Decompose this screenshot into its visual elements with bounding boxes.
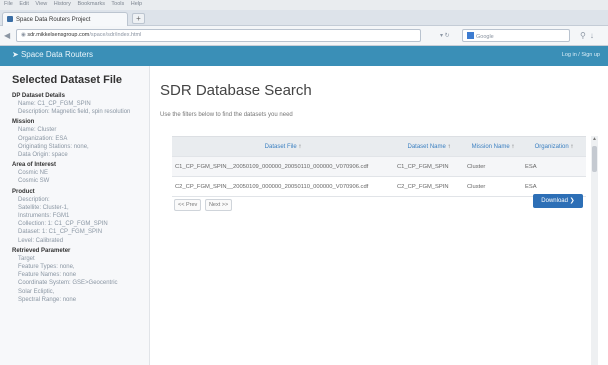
next-page-button[interactable]: Next >> [204, 199, 233, 211]
new-tab-button[interactable]: + [132, 13, 145, 24]
sidebar-section-heading: Retrieved Parameter [12, 247, 71, 254]
search-engine-label: Google [476, 34, 494, 40]
column-header-organization[interactable]: Organization ↑ [522, 136, 586, 157]
menu-view[interactable]: View [35, 1, 47, 7]
scrollbar-thumb[interactable] [592, 146, 597, 172]
down-arrow-icon[interactable]: ↓ [590, 31, 598, 40]
sidebar-detail-item: Solar Ecliptic, [18, 288, 55, 295]
sidebar-title: Selected Dataset File [12, 74, 123, 86]
sidebar: Selected Dataset File DP Dataset Details… [0, 66, 150, 365]
sidebar-detail-item: Collection: 1: C1_CP_FGM_SPIN [18, 221, 108, 228]
sidebar-section-heading: Product [12, 188, 35, 195]
sidebar-sections: DP Dataset Details Name: C1_CP_FGM_SPIN De… [12, 92, 137, 304]
menu-tools[interactable]: Tools [111, 1, 124, 7]
sidebar-detail-item: Originating Stations: none, [18, 143, 89, 150]
browser-tabbar: Space Data Routers Project + [0, 10, 608, 26]
rocket-icon: ➤ [12, 50, 21, 59]
menu-file[interactable]: File [4, 1, 13, 7]
menu-history[interactable]: History [54, 1, 71, 7]
instructions-text: Use the filters below to find the datase… [160, 112, 293, 118]
sort-arrow-icon: ↑ [511, 143, 515, 150]
browser-menubar: File Edit View History Bookmarks Tools H… [0, 0, 608, 10]
sidebar-detail-item: Cosmic SW [18, 178, 50, 185]
download-label: Download [541, 198, 568, 204]
page-title: SDR Database Search [160, 82, 312, 99]
browser-tab[interactable]: Space Data Routers Project [2, 12, 128, 26]
sidebar-detail-item: Feature Types: none, [18, 264, 75, 271]
menu-bookmarks[interactable]: Bookmarks [77, 1, 105, 7]
browser-navbar: ◀ ◉ sdr.mikkelsensgroup.com/space/sdr/in… [0, 26, 608, 46]
table-row[interactable]: C1_CP_FGM_SPIN__20050109_000000_20050110… [172, 156, 586, 177]
table-scrollbar[interactable]: ▲ [591, 136, 598, 365]
sidebar-detail-item: Instruments: FGM1 [18, 213, 70, 220]
site-header: ➤ Space Data Routers Log in / Sign up [0, 46, 608, 66]
sidebar-detail-item: Feature Names: none [18, 272, 77, 279]
sidebar-detail-item: Coordinate System: GSE>Geocentric [18, 280, 118, 287]
cell-dataset-file: C1_CP_FGM_SPIN__20050109_000000_20050110… [172, 156, 394, 177]
column-header-dataset-file[interactable]: Dataset File ↑ [172, 136, 394, 157]
google-icon [467, 32, 474, 39]
sidebar-detail-item: Spectral Range: none [18, 296, 77, 303]
tab-title: Space Data Routers Project [16, 17, 91, 23]
sidebar-detail-item: Name: Cluster [18, 127, 57, 134]
pager: << Prev Next >> [174, 199, 234, 211]
cell-mission-name: Cluster [464, 156, 522, 177]
menu-help[interactable]: Help [131, 1, 142, 7]
sidebar-detail-item: Dataset: 1: C1_CP_FGM_SPIN [18, 229, 103, 236]
browser-toolbar-icons[interactable]: ⚲↓ [580, 31, 598, 40]
sidebar-section-heading: DP Dataset Details [12, 93, 65, 99]
sidebar-detail-item: Level: Calibrated [18, 237, 64, 244]
table-row[interactable]: C2_CP_FGM_SPIN__20050109_000000_20050110… [172, 176, 586, 197]
sidebar-detail-item: Organization: ESA [18, 135, 68, 142]
magnifier-icon[interactable]: ⚲ [580, 31, 590, 40]
chevron-right-icon: ❯ [569, 198, 575, 204]
cell-mission-name: Cluster [464, 176, 522, 197]
search-bar[interactable]: Google [462, 29, 570, 42]
brand-logo[interactable]: ➤ Space Data Routers [12, 50, 93, 59]
favicon-icon [7, 16, 13, 22]
results-table: Dataset File ↑ Dataset Name ↑ Mission Na… [172, 136, 586, 197]
sort-arrow-icon: ↑ [570, 143, 574, 150]
back-arrow-icon[interactable]: ◀ [4, 31, 10, 40]
sidebar-detail-item: Data Origin: space [18, 152, 68, 159]
column-header-dataset-name[interactable]: Dataset Name ↑ [394, 136, 464, 157]
url-path: /space/sdr/index.html [89, 32, 142, 38]
brand-name: Space Data Routers [20, 50, 93, 59]
sidebar-section-heading: Mission [12, 119, 35, 126]
sort-arrow-icon: ↑ [447, 143, 451, 150]
cell-dataset-name: C2_CP_FGM_SPIN [394, 176, 464, 197]
sidebar-section-heading: Area of Interest [12, 162, 57, 169]
sidebar-detail-item: Satellite: Cluster-1, [18, 204, 69, 211]
sidebar-detail-item: Target [18, 255, 35, 262]
cell-dataset-file: C2_CP_FGM_SPIN__20050109_000000_20050110… [172, 176, 394, 197]
url-bar[interactable]: ◉ sdr.mikkelsensgroup.com/space/sdr/inde… [16, 29, 421, 42]
login-link[interactable]: Log in / Sign up [562, 52, 600, 58]
cell-organization: ESA [522, 156, 586, 177]
sort-arrow-icon: ↑ [298, 143, 302, 150]
scroll-up-icon[interactable]: ▲ [591, 136, 598, 142]
download-button[interactable]: Download ❯ [533, 194, 583, 208]
reload-icon[interactable]: ▾ ↻ [440, 32, 450, 39]
sidebar-detail-item: Cosmic NE [18, 170, 49, 177]
prev-page-button[interactable]: << Prev [174, 199, 202, 211]
cell-dataset-name: C1_CP_FGM_SPIN [394, 156, 464, 177]
sidebar-detail-item: Description: Magnetic field, spin resolu… [18, 109, 131, 116]
main-content: SDR Database Search Use the filters belo… [150, 66, 608, 365]
url-host: sdr.mikkelsensgroup.com [27, 32, 90, 38]
sidebar-detail-item: Description: [18, 196, 50, 203]
column-header-mission-name[interactable]: Mission Name ↑ [464, 136, 522, 157]
sidebar-detail-item: Name: C1_CP_FGM_SPIN [18, 101, 91, 107]
menu-edit[interactable]: Edit [19, 1, 28, 7]
